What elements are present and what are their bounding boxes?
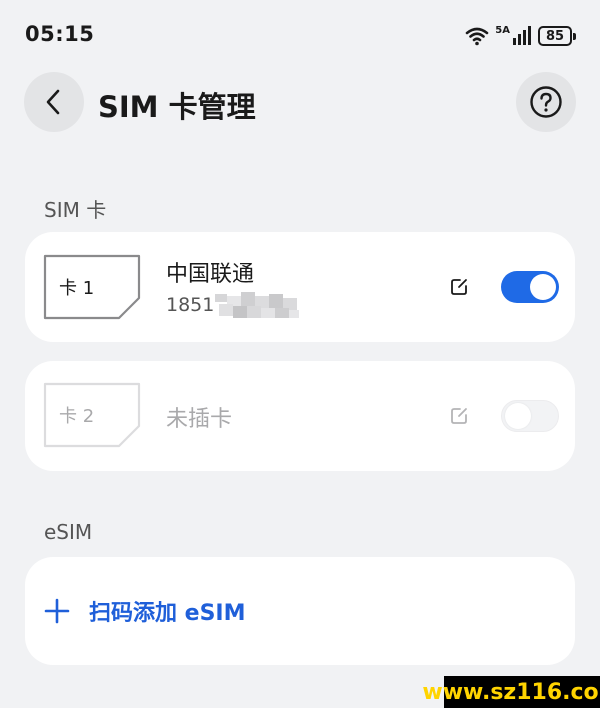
help-button[interactable]	[516, 72, 576, 132]
battery-icon: 85	[538, 26, 576, 46]
wifi-icon	[465, 27, 489, 46]
add-esim-button[interactable]: 扫码添加 eSIM	[43, 557, 246, 665]
signal-icon	[513, 26, 531, 45]
sim-2-status: 未插卡	[166, 407, 233, 432]
edit-icon[interactable]	[449, 277, 469, 297]
sim-slot-2-icon: 卡 2	[43, 382, 141, 448]
page-title: SIM 卡管理	[98, 90, 256, 124]
sim-card-1[interactable]: 卡 1 中国联通 1851	[25, 232, 575, 342]
phone-number: 1851	[166, 294, 215, 316]
toggle-knob	[505, 403, 531, 429]
sim-card-2[interactable]: 卡 2 未插卡	[25, 361, 575, 471]
status-time: 05:15	[25, 22, 95, 46]
sim-slot-2-label: 卡 2	[59, 406, 95, 427]
add-esim-label: 扫码添加 eSIM	[89, 601, 246, 626]
back-button[interactable]	[24, 72, 84, 132]
header: SIM 卡管理	[0, 70, 600, 136]
sim-slot-1-label: 卡 1	[59, 278, 95, 299]
esim-card: 扫码添加 eSIM	[25, 557, 575, 665]
chevron-left-icon	[46, 89, 60, 115]
plus-icon	[44, 598, 70, 624]
carrier-name: 中国联通	[166, 262, 255, 287]
status-icons: 5A 85	[465, 24, 576, 48]
status-bar: 05:15 5A 85	[0, 0, 600, 70]
battery-level: 85	[545, 28, 565, 44]
redacted-number-mask	[215, 292, 299, 318]
sim-section-label: SIM 卡	[44, 198, 107, 222]
network-type-label: 5A	[495, 24, 510, 36]
toggle-knob	[530, 274, 556, 300]
sim-slot-1-icon: 卡 1	[43, 254, 141, 320]
edit-icon	[451, 408, 467, 424]
sim-2-toggle	[501, 400, 559, 432]
watermark: www.sz116.com	[422, 676, 600, 708]
esim-section-label: eSIM	[44, 520, 93, 544]
sim-1-toggle[interactable]	[501, 271, 559, 303]
help-icon	[530, 86, 562, 118]
